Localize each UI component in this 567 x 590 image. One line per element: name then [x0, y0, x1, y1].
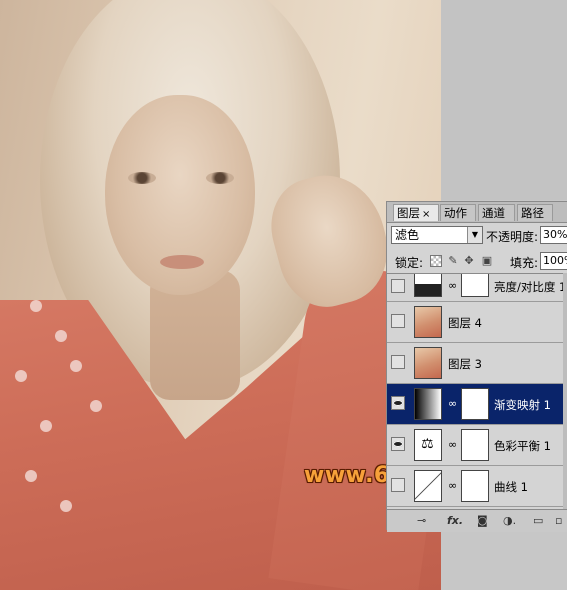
mask-thumbnail [461, 470, 489, 502]
curves-thumbnail [414, 470, 442, 502]
shirt-flower [60, 500, 72, 512]
panel-tabs: 图层 × 动作 通道 路径 [387, 202, 567, 223]
photo-left-eye [128, 172, 156, 184]
color-balance-thumbnail: ⚖ [414, 429, 442, 461]
visibility-toggle[interactable] [391, 478, 405, 492]
mask-thumbnail [461, 429, 489, 461]
tab-actions[interactable]: 动作 [440, 204, 476, 221]
close-icon[interactable]: × [422, 209, 430, 220]
layer-name: 曲线 1 [494, 480, 528, 494]
shirt-flower [90, 400, 102, 412]
opacity-input[interactable]: 30% [540, 226, 567, 244]
opacity-label: 不透明度: [486, 230, 539, 244]
panel-bottom-toolbar: ⊸ fx. ◙ ◑. ▭ ▫ [387, 509, 567, 532]
tab-layers[interactable]: 图层 × [393, 204, 439, 221]
chain-link-icon: ∞ [448, 397, 458, 410]
blend-mode-value: 滤色 [395, 228, 420, 242]
layer-name: 渐变映射 1 [494, 398, 551, 412]
blend-row: 滤色 ▼ 不透明度: 30% [387, 224, 567, 248]
shirt-flower [30, 300, 42, 312]
link-layers-icon[interactable]: ⊸ [417, 514, 426, 527]
chain-link-icon: ∞ [448, 279, 458, 292]
shirt-flower [40, 420, 52, 432]
lock-all-icon[interactable]: ▣ [481, 255, 493, 267]
layer-name: 图层 4 [448, 316, 482, 330]
chain-link-icon: ∞ [448, 438, 458, 451]
visibility-toggle[interactable] [391, 279, 405, 293]
eye-icon[interactable] [391, 437, 405, 451]
fill-label: 填充: [510, 256, 539, 270]
add-mask-icon[interactable]: ◙ [477, 514, 488, 527]
layer-row[interactable]: 图层 4 [387, 302, 567, 343]
lock-transparency-icon[interactable] [430, 255, 442, 267]
layer-row[interactable]: ∞ 曲线 1 [387, 466, 567, 507]
layer-row[interactable]: ∞ 亮度/对比度 1 [387, 274, 567, 302]
chain-link-icon: ∞ [448, 479, 458, 492]
layer-name: 色彩平衡 1 [494, 439, 551, 453]
layer-row[interactable]: ⚖ ∞ 色彩平衡 1 [387, 425, 567, 466]
shirt-flower [55, 330, 67, 342]
fill-input[interactable]: 100% [540, 252, 567, 270]
visibility-toggle[interactable] [391, 355, 405, 369]
layer-thumbnail [414, 306, 442, 338]
mask-thumbnail [461, 274, 489, 297]
layer-name: 图层 3 [448, 357, 482, 371]
balance-scale-icon: ⚖ [421, 436, 434, 452]
shirt-flower [15, 370, 27, 382]
gradient-map-thumbnail [414, 388, 442, 420]
layer-list-scrollbar[interactable] [563, 273, 567, 509]
chevron-down-icon: ▼ [467, 227, 482, 243]
lock-label: 锁定: [395, 256, 424, 270]
document-canvas[interactable] [0, 0, 441, 590]
workspace-background [441, 0, 567, 200]
photo-right-eye [206, 172, 234, 184]
visibility-toggle[interactable] [391, 314, 405, 328]
lock-paint-icon[interactable]: ✎ [447, 255, 459, 267]
tab-paths[interactable]: 路径 [517, 204, 553, 221]
layer-row[interactable]: 图层 3 [387, 343, 567, 384]
fx-icon[interactable]: fx. [447, 514, 463, 527]
blend-mode-select[interactable]: 滤色 ▼ [391, 226, 483, 244]
folder-icon[interactable]: ▭ [533, 514, 543, 527]
layer-list: ∞ 亮度/对比度 1 图层 4 图层 3 ∞ 渐变映射 1 ⚖ ∞ 色彩平衡 1… [387, 273, 567, 510]
layer-name: 亮度/对比度 1 [494, 280, 567, 294]
new-layer-icon[interactable]: ▫ [555, 514, 562, 527]
adjustment-layer-icon[interactable]: ◑. [503, 514, 516, 527]
layer-thumbnail [414, 347, 442, 379]
eye-icon[interactable] [391, 396, 405, 410]
layers-panel: 图层 × 动作 通道 路径 滤色 ▼ 不透明度: 30% 锁定: ✎ ✥ ▣ 填充… [386, 201, 567, 532]
lock-move-icon[interactable]: ✥ [463, 255, 475, 267]
mask-thumbnail [461, 388, 489, 420]
shirt-flower [70, 360, 82, 372]
photo-lips [160, 255, 204, 269]
layer-row[interactable]: ∞ 渐变映射 1 [387, 384, 567, 425]
lock-row: 锁定: ✎ ✥ ▣ 填充: 100% [387, 250, 567, 272]
tab-channels[interactable]: 通道 [478, 204, 515, 221]
adjustment-thumbnail [414, 274, 442, 297]
tab-layers-label: 图层 [397, 206, 420, 220]
shirt-flower [25, 470, 37, 482]
